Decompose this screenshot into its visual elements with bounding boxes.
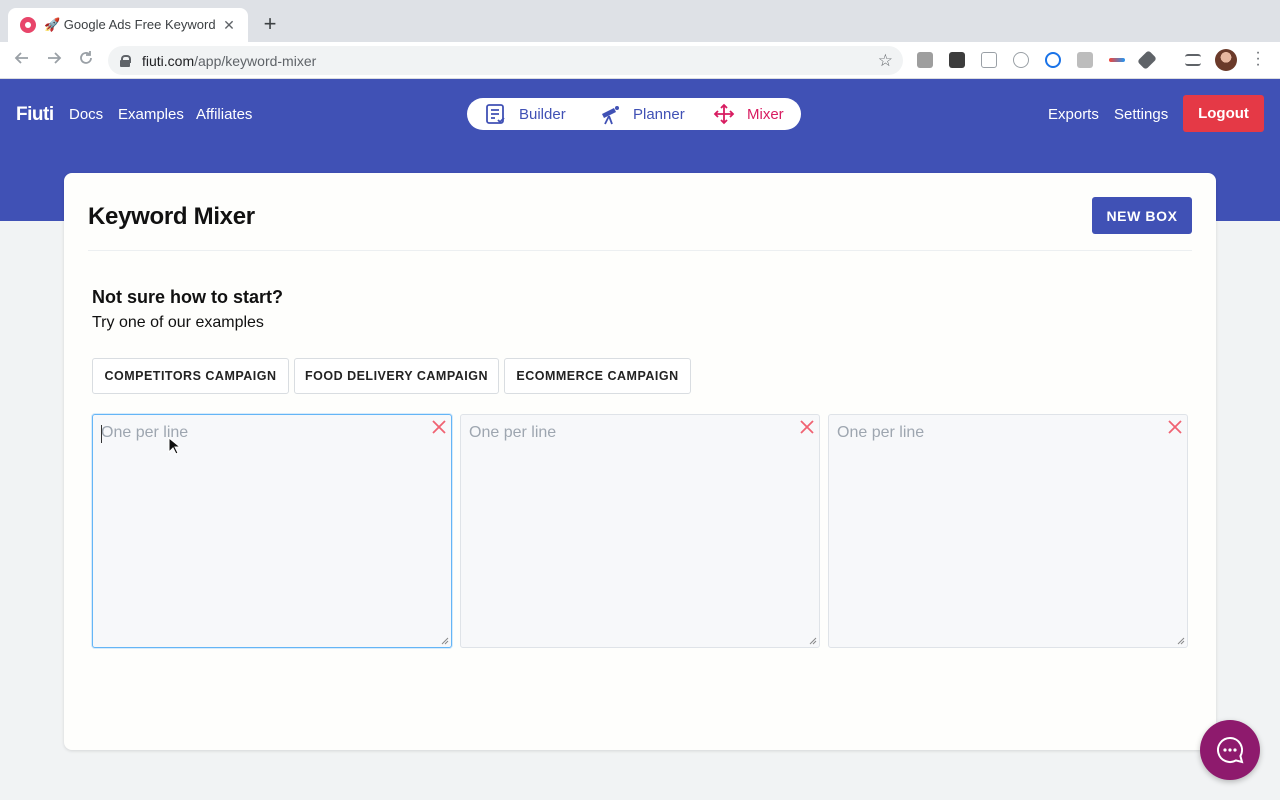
tab-title: 🚀 Google Ads Free Keyword M [44,17,220,32]
nav-link-affiliates[interactable]: Affiliates [196,106,252,123]
keyword-input-3[interactable] [829,415,1187,647]
mode-builder-label: Builder [519,105,566,123]
reading-list-icon[interactable] [1185,54,1201,66]
nav-link-docs[interactable]: Docs [69,106,103,123]
resize-handle-icon[interactable] [441,637,449,645]
bookmark-star-icon[interactable]: ☆ [878,51,893,71]
keyword-box-3 [828,414,1188,648]
browser-tabstrip: 🚀 Google Ads Free Keyword M ✕ + [0,0,1280,42]
text-caret [101,425,102,443]
help-title: Not sure how to start? [92,287,284,307]
back-arrow-icon[interactable] [12,50,32,70]
example-ecommerce-button[interactable]: ECOMMERCE CAMPAIGN [504,358,691,394]
url-path: /app/keyword-mixer [194,52,317,69]
forward-arrow-icon[interactable] [44,50,64,70]
profile-avatar[interactable] [1215,49,1237,71]
document-extension-icon[interactable] [981,52,997,68]
tab-close-icon[interactable]: ✕ [220,17,238,34]
logout-button[interactable]: Logout [1183,95,1264,132]
nav-link-settings[interactable]: Settings [1114,106,1168,123]
browser-menu-icon[interactable]: · · · [1252,45,1264,73]
fiuti-favicon-icon [20,17,36,33]
extension-icon[interactable] [949,52,965,68]
example-competitors-button[interactable]: COMPETITORS CAMPAIGN [92,358,289,394]
new-tab-button[interactable]: + [258,12,282,36]
move-arrows-icon [713,103,735,125]
extension-icon[interactable] [1013,52,1029,68]
brand-logo[interactable]: Fiuti [16,104,54,126]
reload-icon[interactable] [76,50,96,70]
nav-link-exports[interactable]: Exports [1048,106,1099,123]
mode-planner-label: Planner [633,105,685,123]
close-icon[interactable] [798,418,816,436]
url-host: fiuti.com [142,52,195,69]
mode-builder[interactable]: Builder [485,98,566,130]
chat-widget-button[interactable] [1200,720,1260,780]
list-check-icon [486,104,505,124]
lock-icon[interactable] [120,54,131,67]
keyword-input-1[interactable] [93,415,451,647]
close-icon[interactable] [1166,418,1184,436]
browser-toolbar: fiuti.com/app/keyword-mixer ☆ [0,42,1280,79]
close-icon[interactable] [430,418,448,436]
mode-planner[interactable]: Planner [599,98,685,130]
resize-handle-icon[interactable] [1177,637,1185,645]
nav-link-examples[interactable]: Examples [118,106,184,123]
eyedropper-extension-icon[interactable] [1137,50,1157,70]
extension-icon[interactable] [1077,52,1093,68]
keyword-input-2[interactable] [461,415,819,647]
resize-handle-icon[interactable] [809,637,817,645]
keyword-box-1 [92,414,452,648]
mode-switcher: Builder Planner Mixer [467,98,801,130]
mode-mixer[interactable]: Mixer [713,98,784,130]
keyword-box-2 [460,414,820,648]
mode-mixer-label: Mixer [747,105,784,123]
extension-icon[interactable] [917,52,933,68]
help-subtitle: Try one of our examples [92,314,264,331]
page-title: Keyword Mixer [88,203,255,230]
chat-bubble-icon [1217,736,1244,764]
keyword-mixer-card: Keyword Mixer NEW BOX Not sure how to st… [64,173,1216,750]
new-box-button[interactable]: NEW BOX [1092,197,1192,234]
telescope-icon [602,106,619,125]
browser-tab[interactable]: 🚀 Google Ads Free Keyword M ✕ [8,8,248,42]
mouse-pointer-icon [168,437,180,455]
divider [88,250,1192,251]
example-food-delivery-button[interactable]: FOOD DELIVERY CAMPAIGN [294,358,499,394]
address-bar[interactable]: fiuti.com/app/keyword-mixer ☆ [108,46,903,75]
extension-icon[interactable] [1109,58,1125,62]
extension-icon[interactable] [1045,52,1061,68]
